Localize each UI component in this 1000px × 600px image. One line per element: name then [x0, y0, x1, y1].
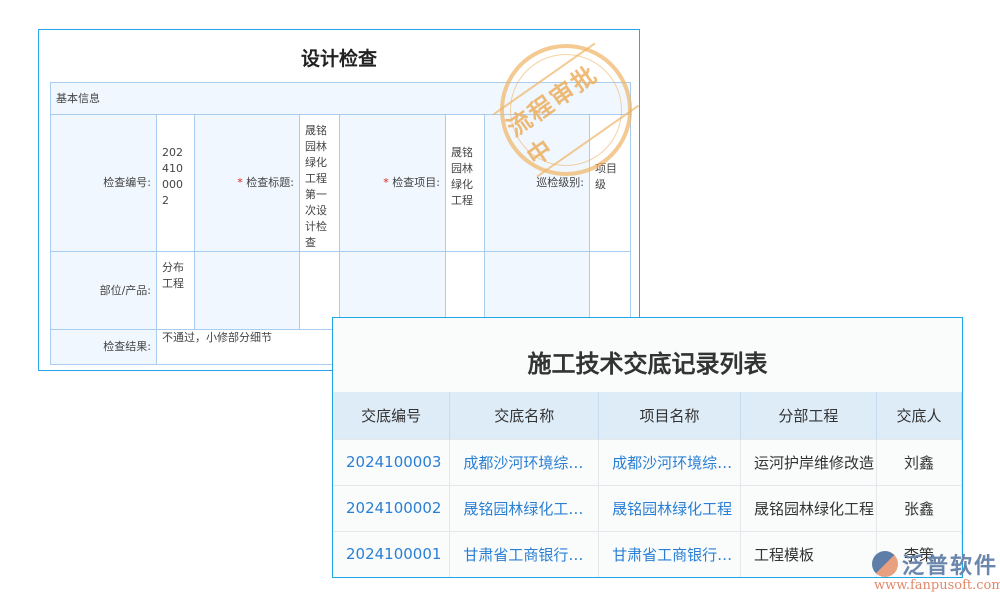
- table-row[interactable]: 2024100001 甘肃省工商银行… 甘肃省工商银行… 工程模板 李策: [333, 531, 962, 577]
- title-value: 晟铭园林绿化工程第一次设计检查: [300, 115, 340, 252]
- title-label: * 检查标题:: [195, 115, 300, 252]
- column-header[interactable]: 交底名称: [450, 392, 599, 439]
- brand-logo: 泛普软件: [872, 548, 998, 580]
- disclosure-list-panel: 施工技术交底记录列表 交底编号 交底名称 项目名称 分部工程 交底人 20241…: [332, 317, 963, 578]
- disclosure-table: 交底编号 交底名称 项目名称 分部工程 交底人 2024100003 成都沙河环…: [333, 392, 962, 577]
- sub-project: 晟铭园林绿化工程: [740, 485, 876, 531]
- project-link[interactable]: 成都沙河环境综…: [599, 439, 741, 485]
- column-header[interactable]: 交底人: [876, 392, 961, 439]
- part-label: 部位/产品:: [51, 252, 157, 330]
- table-header: 交底编号 交底名称 项目名称 分部工程 交底人: [333, 392, 962, 439]
- sub-project: 运河护岸维修改造: [740, 439, 876, 485]
- project-value: 晟铭园林绿化工程: [446, 115, 485, 252]
- column-header[interactable]: 分部工程: [740, 392, 876, 439]
- brand-url: www.fanpusoft.com: [874, 578, 1000, 593]
- list-title: 施工技术交底记录列表: [333, 344, 962, 379]
- person: 刘鑫: [876, 439, 961, 485]
- logo-icon: [872, 551, 898, 577]
- code-link[interactable]: 2024100001: [333, 531, 450, 577]
- part-value: 分布工程: [157, 252, 195, 330]
- result-label: 检查结果:: [51, 330, 157, 365]
- project-link[interactable]: 晟铭园林绿化工程: [599, 485, 741, 531]
- project-link[interactable]: 甘肃省工商银行…: [599, 531, 741, 577]
- sub-project: 工程模板: [740, 531, 876, 577]
- name-link[interactable]: 成都沙河环境综…: [450, 439, 599, 485]
- name-link[interactable]: 甘肃省工商银行…: [450, 531, 599, 577]
- code-link[interactable]: 2024100002: [333, 485, 450, 531]
- project-label: * 检查项目:: [340, 115, 446, 252]
- table-row[interactable]: 2024100003 成都沙河环境综… 成都沙河环境综… 运河护岸维修改造 刘鑫: [333, 439, 962, 485]
- code-link[interactable]: 2024100003: [333, 439, 450, 485]
- name-link[interactable]: 晟铭园林绿化工…: [450, 485, 599, 531]
- column-header[interactable]: 交底编号: [333, 392, 450, 439]
- person: 张鑫: [876, 485, 961, 531]
- code-value: 2024100002: [157, 115, 195, 252]
- table-row[interactable]: 2024100002 晟铭园林绿化工… 晟铭园林绿化工程 晟铭园林绿化工程 张鑫: [333, 485, 962, 531]
- column-header[interactable]: 项目名称: [599, 392, 741, 439]
- code-label: 检查编号:: [51, 115, 157, 252]
